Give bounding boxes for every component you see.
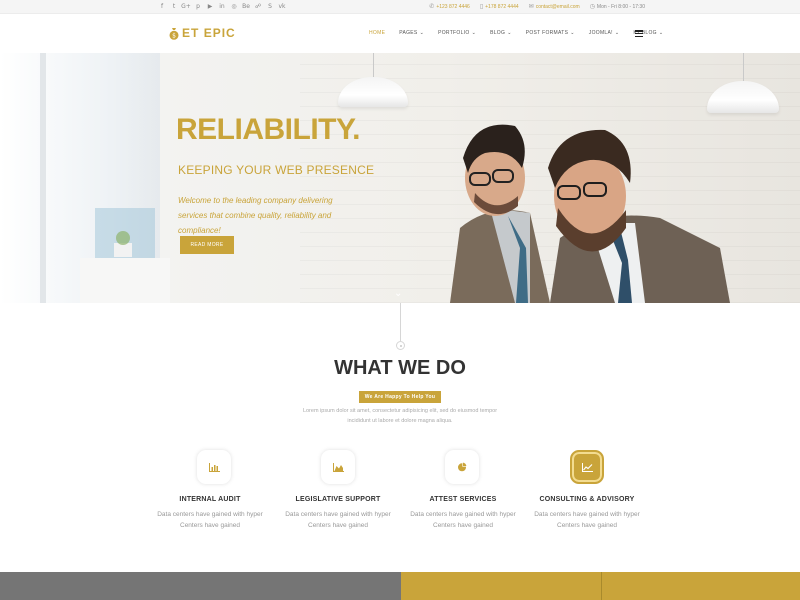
service-description: Data centers have gained with hyper Cent… [157,511,263,529]
nav-label: Home [369,30,386,36]
phone-1[interactable]: ✆ +123 872 4446 [429,3,470,10]
twitter-icon[interactable]: t [170,2,178,11]
plant-icon [116,231,130,245]
service-description: Data centers have gained with hyper Cent… [410,511,516,529]
section-description: Lorem ipsum dolor sit amet, consectetur … [302,408,498,424]
section-title: WHAT WE DO [334,357,466,379]
vk-icon[interactable]: vk [278,2,286,11]
white-cabinet [80,258,170,303]
nav-label: Blog [490,30,506,36]
phone-2[interactable]: ▯ +178 872 4444 [480,3,519,10]
service-title: ATTEST SERVICES [429,496,497,503]
envelope-icon: ✉ [528,3,534,10]
service-title: LEGISLATIVE SUPPORT [295,496,381,503]
social-links: f t G+ p ▶ in ◎ Be ☍ S vk [158,2,286,11]
office-hours: ◷ Mon - Fri 8:00 - 17:30 [590,3,645,10]
dribbble-icon[interactable]: ◎ [230,2,238,11]
main-nav: Home Pages ⌄ Portfolio ⌄ Blog ⌄ Post Format… [369,30,677,36]
linkedin-icon[interactable]: in [218,2,226,11]
contact-info: ✆ +123 872 4446 ▯ +178 872 4444 ✉ contact@e… [429,3,645,10]
behance-icon[interactable]: Be [242,2,250,11]
strip-divider [601,572,602,600]
read-more-button[interactable]: Read More [180,236,234,254]
email-link[interactable]: ✉ contact@email.com [529,3,580,10]
service-description: Data centers have gained with hyper Cent… [285,511,391,529]
nav-label: Portfolio [438,30,470,36]
chevron-down-icon: ⌄ [419,30,425,36]
phone-icon: ✆ [429,3,435,10]
strip-grey-panel [0,572,401,600]
section-divider-line [400,303,401,341]
hero-title: RELIABILITY. [176,113,361,146]
chevron-down-icon: ⌄ [658,30,664,36]
chevron-down-icon: ⌄ [471,30,477,36]
section-divider-dot [396,341,405,350]
logo[interactable]: $ ET EPIC [169,26,236,40]
svg-text:$: $ [172,32,176,39]
facebook-icon[interactable]: f [158,2,166,11]
line-chart-icon [570,450,604,484]
site-header: $ ET EPIC Home Pages ⌄ Portfolio ⌄ Blog ⌄ P… [0,14,800,53]
service-title: CONSULTING & ADVISORY [539,496,635,503]
businessmen-photo [450,124,730,303]
hero-subtitle: KEEPING YOUR WEB PRESENCE [178,163,375,177]
flickr-icon[interactable]: ☍ [254,2,262,11]
plant-pot [114,243,132,257]
logo-et: ET [182,26,200,40]
top-bar: f t G+ p ▶ in ◎ Be ☍ S vk ✆ +123 872 4446… [0,0,800,14]
hero-banner: RELIABILITY. KEEPING YOUR WEB PRESENCE W… [0,53,800,303]
money-bag-icon: $ [169,27,179,40]
google-plus-icon[interactable]: G+ [181,2,191,11]
pie-chart-icon [445,450,479,484]
logo-name: EPIC [203,26,236,40]
chevron-down-icon[interactable]: ⌄ [394,288,402,299]
hours-text: Mon - Fri 8:00 - 17:30 [596,3,645,10]
service-description: Data centers have gained with hyper Cent… [534,511,640,529]
bar-chart-icon [197,450,231,484]
chevron-down-icon: ⌄ [614,30,620,36]
services-grid: INTERNAL AUDIT Data centers have gained … [150,450,650,540]
window-frame [40,53,46,303]
hero-text: Welcome to the leading company deliverin… [178,196,333,235]
phone-1-text: +123 872 4446 [436,3,470,10]
hamburger-menu-icon[interactable] [635,30,643,37]
mobile-icon: ▯ [479,3,484,10]
youtube-icon[interactable]: ▶ [206,2,214,11]
email-text: contact@email.com [535,3,580,10]
chevron-down-icon: ⌄ [507,30,512,36]
area-chart-icon [321,450,355,484]
service-title: INTERNAL AUDIT [179,496,241,503]
nav-item-blog[interactable]: Blog ⌄ [490,30,512,36]
logo-text: ET EPIC [182,26,236,40]
pinterest-icon[interactable]: p [194,2,202,11]
nav-item-joomla[interactable]: Joomla! ⌄ [589,30,620,36]
bottom-strip [0,572,800,600]
chevron-down-icon: ⌄ [570,30,575,36]
nav-item-post-formats[interactable]: Post Formats ⌄ [526,30,575,36]
nav-label: Pages [399,30,418,36]
clock-icon: ◷ [589,3,595,10]
nav-item-pages[interactable]: Pages ⌄ [399,30,424,36]
nav-label: Joomla! [588,30,613,36]
section-badge: We Are Happy To Help You [358,391,442,403]
phone-2-text: +178 872 4444 [485,3,519,10]
skype-icon[interactable]: S [266,2,274,11]
nav-item-home[interactable]: Home [369,30,385,36]
nav-item-portfolio[interactable]: Portfolio ⌄ [438,30,476,36]
section-badge-wrap: We Are Happy To Help You [0,385,800,403]
nav-label: Post Formats [525,30,569,36]
